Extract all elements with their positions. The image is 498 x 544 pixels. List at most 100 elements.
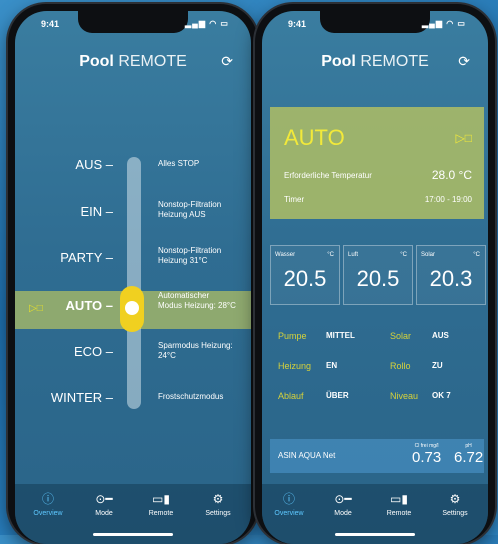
timer-value: 17:00 - 19:00 [424,195,472,204]
tab-remote[interactable]: ▭▮ Remote [374,492,424,517]
timer-label: Timer [284,195,305,204]
mode-name: AUS [75,157,103,172]
tab-bar: ⓘ Overview ⊙━ Mode ▭▮ Remote ⚙ Settings [15,484,251,544]
status-bar: 9:41 ▂▄▆ ◠ ▭ [262,19,488,33]
app-title: Pool REMOTE [15,53,251,71]
required-temp-label: Erforderliche Temperatur [284,171,372,180]
right-screen: 9:41 ▂▄▆ ◠ ▭ Pool REMOTE ⟳ AUTO ▷□ Erfor… [262,11,488,544]
status-time: 9:41 [288,19,307,29]
mode-label-eco[interactable]: ECO – [74,344,113,359]
timer-row: Timer 17:00 - 19:00 [284,195,472,204]
mode-name: ECO [73,344,103,359]
refresh-icon[interactable]: ⟳ [221,53,233,70]
chlorine-value: 0.73 [412,449,442,466]
mode-desc-line1: Nonstop-Filtration [158,200,222,209]
mode-label-party[interactable]: PARTY – [60,250,113,265]
mode-name: PARTY [60,250,103,265]
temp-value: 20.5 [283,266,327,291]
tab-label: Remote [148,510,174,517]
asin-aqua-card[interactable]: ASIN AQUA Net Cl frei mg/l 0.73 pH 6.72 [270,439,484,473]
left-phone: 9:41 ▂▄▆ ◠ ▭ Pool REMOTE ⟳ ▷□ AUS – Alle… [8,4,258,544]
info-icon: ⓘ [41,492,54,506]
tab-overview[interactable]: ⓘ Overview [264,492,314,517]
tab-label: Settings [442,510,468,517]
tab-settings[interactable]: ⚙ Settings [430,492,480,517]
status-value: AUS [432,331,449,340]
tab-label: Mode [334,510,352,517]
status-row-heizung: Heizung EN Rollo ZU [278,361,476,371]
temp-unit: °C [400,252,407,258]
left-screen: 9:41 ▂▄▆ ◠ ▭ Pool REMOTE ⟳ ▷□ AUS – Alle… [15,11,251,544]
toggle-icon: ⊙━ [95,492,113,506]
status-value: ZU [432,361,443,370]
signal-wifi-battery-icon: ▂▄▆ ◠ ▭ [422,19,466,28]
app-title-bold: Pool [321,53,356,70]
required-temp-row: Erforderliche Temperatur 28.0 °C [284,168,472,182]
mode-desc-party: Nonstop-Filtration Heizung 31°C [158,246,221,266]
status-time: 9:41 [41,19,60,29]
status-key: Niveau [390,391,419,401]
app-title: Pool REMOTE [262,53,488,71]
mode-desc-line1: Nonstop-Filtration [158,246,222,255]
knob-dot [125,301,139,315]
asin-name: ASIN AQUA Net [278,451,336,460]
gear-icon: ⚙ [449,492,461,506]
tab-label: Remote [386,510,412,517]
mode-desc-line2: Heizung AUS [158,210,206,219]
mode-label-auto[interactable]: AUTO – [66,298,113,313]
mode-desc-aus: Alles STOP [158,159,199,169]
mode-desc-ein: Nonstop-Filtration Heizung AUS [158,200,221,220]
status-key: Ablauf [278,391,304,401]
mode-desc-line2: Heizung 31°C [158,256,208,265]
mode-desc-line1: Frostschutzmodus [158,392,224,401]
tab-label: Settings [205,510,231,517]
mode-label-ein[interactable]: EIN – [80,204,113,219]
required-temp-value: 28.0 °C [431,168,472,182]
toggle-icon: ⊙━ [334,492,352,506]
temp-unit: °C [327,252,334,258]
mode-slider-track[interactable] [127,157,141,409]
mode-desc-line2: Modus Heizung: 28°C [158,301,236,310]
mode-desc-line1: Automatischer [158,291,210,300]
status-key: Pumpe [278,331,307,341]
mode-slider-knob[interactable] [120,286,144,332]
refresh-icon[interactable]: ⟳ [458,53,470,70]
mode-desc-auto: Automatischer Modus Heizung: 28°C [158,291,236,311]
tab-remote[interactable]: ▭▮ Remote [136,492,186,517]
play-stop-icon: ▷□ [455,131,472,145]
tab-label: Mode [95,510,113,517]
remote-icon: ▭▮ [390,492,408,506]
app-title-bold: Pool [79,53,114,70]
tab-mode[interactable]: ⊙━ Mode [79,492,129,517]
gear-icon: ⚙ [212,492,224,506]
air-temp-card: Luft °C 20.5 [343,245,413,305]
mode-desc-eco: Sparmodus Heizung: 24°C [158,341,233,361]
mode-label-aus[interactable]: AUS – [75,157,113,172]
current-mode: AUTO [284,125,345,150]
tab-overview[interactable]: ⓘ Overview [23,492,73,517]
tab-mode[interactable]: ⊙━ Mode [318,492,368,517]
chlorine-readout: Cl frei mg/l 0.73 [412,443,441,466]
signal-wifi-battery-icon: ▂▄▆ ◠ ▭ [185,19,229,28]
temp-label: Luft [348,252,359,258]
tab-bar: ⓘ Overview ⊙━ Mode ▭▮ Remote ⚙ Settings [262,484,488,544]
temp-label: Wasser [275,252,296,258]
temp-value: 20.3 [429,266,473,291]
mode-name: EIN [80,204,103,219]
status-bar: 9:41 ▂▄▆ ◠ ▭ [15,19,251,33]
info-icon: ⓘ [282,492,295,506]
mode-desc-winter: Frostschutzmodus [158,392,223,402]
mode-desc-line2: 24°C [158,351,176,360]
tab-settings[interactable]: ⚙ Settings [193,492,243,517]
mode-name: WINTER [50,390,103,405]
status-value: EN [326,361,338,370]
right-phone: 9:41 ▂▄▆ ◠ ▭ Pool REMOTE ⟳ AUTO ▷□ Erfor… [255,4,495,544]
play-stop-icon: ▷□ [29,303,43,314]
mode-desc-line1: Sparmodus Heizung: [158,341,233,350]
status-row-ablauf: Ablauf ÜBER Niveau OK 7 [278,391,476,401]
ph-readout: pH 6.72 [454,443,483,466]
status-key: Heizung [278,361,312,371]
current-mode-card[interactable]: AUTO ▷□ Erforderliche Temperatur 28.0 °C… [270,107,484,219]
mode-label-winter[interactable]: WINTER – [51,390,113,405]
temp-unit: °C [473,252,480,258]
